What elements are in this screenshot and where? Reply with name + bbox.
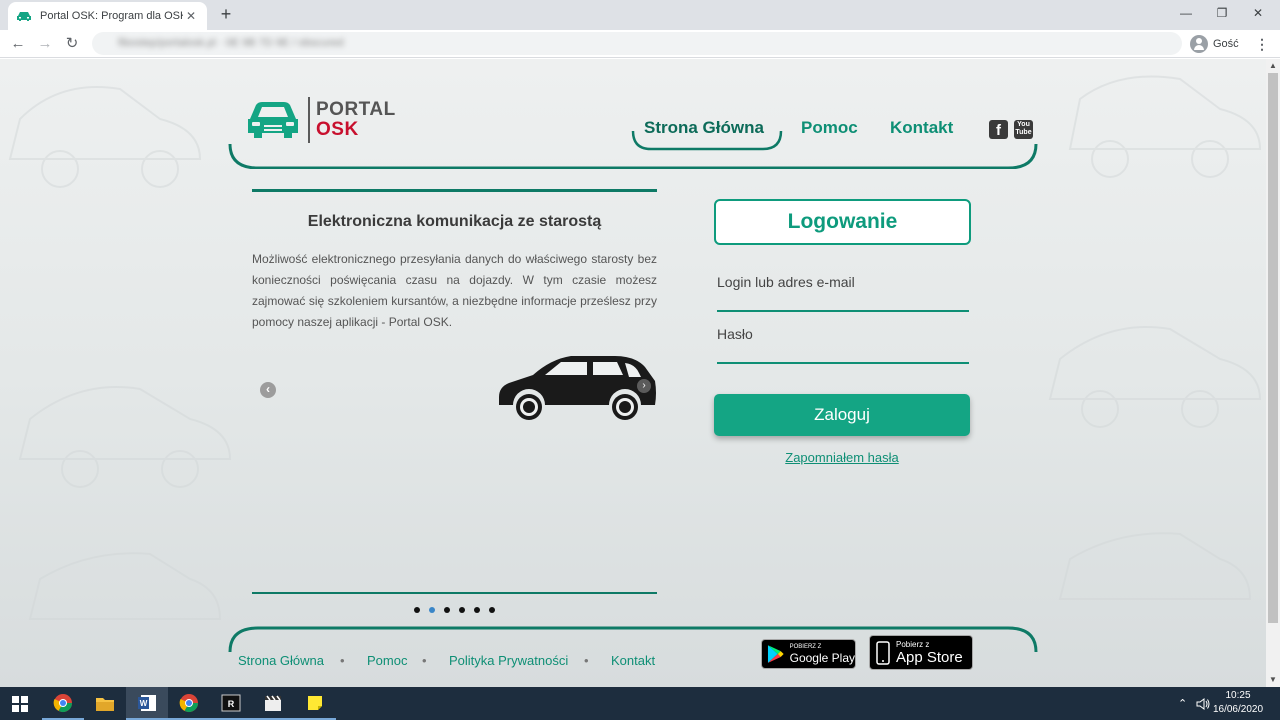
slider-next-button[interactable]: › [637, 379, 651, 393]
address-bar[interactable]: fibostep/portalosk.pl · 0E 9B 7D 9E / ob… [92, 32, 1182, 55]
scroll-up-icon[interactable]: ▲ [1266, 59, 1280, 73]
slider-dot[interactable] [459, 607, 465, 613]
chrome-icon [53, 693, 72, 712]
scroll-down-icon[interactable]: ▼ [1266, 673, 1280, 687]
slider-prev-button[interactable]: ‹ [260, 382, 276, 398]
nav-link-home[interactable]: Strona Główna [644, 118, 764, 138]
logo-portal-text: PORTAL [316, 99, 396, 120]
app-store-big-text: App Store [896, 648, 963, 666]
slider-top-rule [252, 189, 657, 192]
browser-tab[interactable]: Portal OSK: Program dla OSK i Kursantów … [8, 2, 207, 30]
logo-divider [308, 97, 310, 143]
password-input[interactable] [717, 342, 969, 364]
login-field-label: Login lub adres e-mail [717, 274, 855, 290]
footer-bullet: • [584, 653, 589, 668]
taskbar-sticky-notes[interactable] [294, 687, 336, 720]
new-tab-button[interactable]: + [216, 4, 236, 24]
system-clock[interactable]: 10:25 16/06/2020 [1210, 689, 1266, 717]
start-button[interactable] [0, 687, 40, 720]
car-illustration [499, 356, 656, 420]
google-play-small-text: POBIERZ Z [789, 643, 822, 650]
clock-date: 16/06/2020 [1212, 704, 1264, 715]
logo-text: PORTAL OSK [316, 100, 396, 140]
minimize-button[interactable]: — [1168, 2, 1204, 24]
recorder-icon: R [221, 694, 241, 711]
svg-text:W: W [140, 699, 148, 708]
login-title: Logowanie [714, 199, 971, 245]
chrome-icon [179, 693, 198, 712]
footer-link-help[interactable]: Pomoc [367, 653, 407, 668]
footer-link-home[interactable]: Strona Główna [238, 653, 324, 668]
taskbar-chrome[interactable] [42, 687, 84, 720]
svg-text:R: R [228, 699, 235, 709]
scrollbar-thumb[interactable] [1268, 73, 1278, 623]
sticky-note-icon [308, 695, 322, 710]
folder-icon [96, 697, 114, 711]
slide-title: Elektroniczna komunikacja ze starostą [307, 213, 602, 230]
nav-link-contact[interactable]: Kontakt [890, 118, 953, 138]
browser-menu-icon[interactable]: ⋮ [1255, 34, 1269, 54]
volume-icon[interactable] [1196, 687, 1210, 720]
slider-dot[interactable] [429, 607, 435, 613]
car-logo-icon [248, 102, 298, 138]
profile-name: Gość [1213, 38, 1239, 50]
login-input[interactable] [717, 290, 969, 312]
slide-text: Możliwość elektronicznego przesyłania da… [252, 252, 657, 329]
taskbar-file-explorer[interactable] [84, 687, 126, 720]
address-bar-url: fibostep/portalosk.pl · 0E 9B 7D 9E / ob… [118, 37, 344, 49]
app-store-badge[interactable]: Pobierz z App Store [869, 635, 973, 670]
slider-dots [414, 607, 495, 613]
google-play-big-text: Google Play [789, 650, 855, 665]
tab-close-icon[interactable]: ✕ [183, 8, 199, 24]
taskbar-video-editor[interactable] [252, 687, 294, 720]
clapperboard-icon [265, 695, 281, 711]
forward-button[interactable]: → [35, 34, 55, 54]
word-icon: W [138, 694, 156, 711]
logo-osk-text: OSK [316, 119, 359, 140]
clock-time: 10:25 [1225, 690, 1251, 701]
taskbar-recorder[interactable]: R [210, 687, 252, 720]
phone-icon [876, 640, 890, 665]
forgot-password-link[interactable]: Zapomniałem hasła [714, 450, 970, 465]
slider-bottom-rule [252, 592, 657, 594]
facebook-icon[interactable]: f [989, 120, 1008, 139]
footer-link-contact[interactable]: Kontakt [611, 653, 655, 668]
slider-dot[interactable] [444, 607, 450, 613]
close-window-button[interactable]: ✕ [1240, 2, 1276, 24]
portal-osk-logo[interactable]: PORTAL OSK [246, 97, 396, 143]
profile-button[interactable]: Gość [1190, 33, 1239, 55]
slider-dot[interactable] [414, 607, 420, 613]
login-button[interactable]: Zaloguj [714, 394, 970, 436]
google-play-badge[interactable]: POBIERZ Z Google Play [761, 639, 856, 669]
nav-link-help[interactable]: Pomoc [801, 118, 858, 138]
google-play-icon [767, 645, 784, 663]
car-favicon-icon [16, 8, 32, 24]
back-button[interactable]: ← [8, 34, 28, 54]
app-store-small-text: Pobierz z [896, 639, 930, 649]
page-content: PORTAL OSK Strona Główna Pomoc Kontakt f… [0, 59, 1266, 687]
taskbar-chrome-2[interactable] [168, 687, 210, 720]
slider-dot[interactable] [489, 607, 495, 613]
password-field-label: Hasło [717, 326, 753, 342]
maximize-button[interactable]: ❐ [1204, 2, 1240, 24]
footer-bullet: • [340, 653, 345, 668]
windows-logo-icon [12, 695, 28, 712]
footer-link-privacy[interactable]: Polityka Prywatności [449, 653, 568, 668]
youtube-icon[interactable]: You Tube [1014, 120, 1033, 139]
tab-title: Portal OSK: Program dla OSK i Kursantów [40, 10, 183, 22]
browser-toolbar: ← → ↻ fibostep/portalosk.pl · 0E 9B 7D 9… [0, 30, 1280, 58]
slider-dot[interactable] [474, 607, 480, 613]
tray-overflow-icon[interactable]: ⌃ [1178, 687, 1187, 720]
footer-bullet: • [422, 653, 427, 668]
browser-tabstrip: Portal OSK: Program dla OSK i Kursantów … [0, 0, 1280, 30]
taskbar-word[interactable]: W [126, 687, 168, 720]
page-scrollbar[interactable]: ▲ ▼ [1266, 59, 1280, 687]
avatar-icon [1190, 35, 1208, 53]
reload-button[interactable]: ↻ [62, 34, 82, 54]
windows-taskbar: W R ⌃ 10:25 16/06/2020 [0, 687, 1280, 720]
